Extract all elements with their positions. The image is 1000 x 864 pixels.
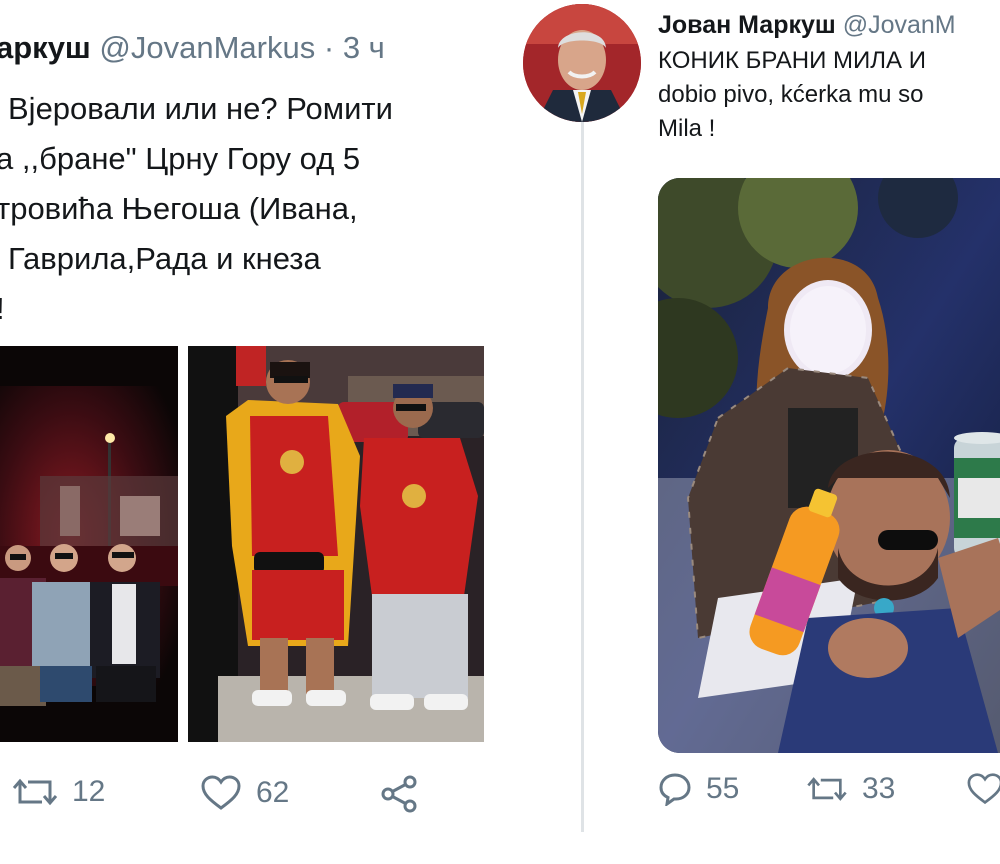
tweet-action-bar: 12 62: [0, 774, 486, 818]
tweet-text-line: !: [0, 284, 476, 334]
heart-icon: [966, 772, 1000, 806]
tweet-text-line: тровића Његоша (Ивана,: [0, 191, 358, 226]
concert-photo-illustration: [658, 178, 1000, 753]
share-button[interactable]: [380, 774, 420, 814]
left-tweet-header: аркуш @JovanMarkus · 3 ч: [0, 26, 385, 70]
crowd-photo-illustration: [0, 346, 178, 742]
author-name[interactable]: Јован Маркуш: [658, 11, 836, 39]
tweet-text-line: Гаврила,Рада и кнеза: [8, 241, 321, 276]
red-shirts-photo-illustration: [188, 346, 484, 742]
tweet-time[interactable]: 3 ч: [343, 30, 385, 65]
heart-icon: [200, 774, 242, 812]
tweet-action-bar: 55 33: [658, 772, 1000, 816]
tweet-photo-concert[interactable]: [658, 178, 1000, 753]
retweet-button[interactable]: 33: [806, 772, 895, 806]
tweet-text-line: КОНИК БРАНИ МИЛА И: [658, 47, 926, 74]
author-handle[interactable]: @JovanMarkus: [99, 30, 315, 65]
author-handle[interactable]: @JovanM: [843, 11, 956, 39]
like-button[interactable]: [966, 772, 1000, 806]
retweet-icon: [12, 774, 58, 810]
like-count: 62: [256, 776, 290, 809]
left-tweet[interactable]: аркуш @JovanMarkus · 3 ч Вјеровали или н…: [0, 0, 486, 864]
right-tweet[interactable]: Јован Маркуш @JovanM КОНИК БРАНИ МИЛА И …: [505, 0, 1000, 864]
retweet-icon: [806, 773, 848, 805]
reply-icon: [658, 772, 692, 806]
retweet-count: 12: [72, 775, 106, 808]
share-icon: [380, 774, 420, 814]
right-tweet-header: Јован Маркуш @JovanM: [658, 8, 956, 42]
reply-count: 55: [706, 772, 740, 805]
retweet-count: 33: [862, 772, 896, 805]
tweet-photo-red-shirts[interactable]: [188, 346, 484, 742]
like-button[interactable]: 62: [200, 774, 289, 812]
reply-button[interactable]: 55: [658, 772, 739, 806]
avatar-portrait: [523, 4, 641, 122]
separator-dot: ·: [323, 30, 335, 65]
tweet-text-line: dobio pivo, kćerka mu so: [658, 81, 924, 108]
tweet-photo-crowd[interactable]: [0, 346, 178, 742]
retweet-button[interactable]: 12: [12, 774, 105, 810]
tweet-text-line: а ,,бране" Црну Гору од 5: [0, 141, 361, 176]
author-name[interactable]: аркуш: [0, 30, 91, 65]
tweet-text: Вјеровали или не? Ромити а ,,бране" Црну…: [0, 84, 476, 334]
tweet-text-line: Вјеровали или не? Ромити: [8, 91, 393, 126]
avatar[interactable]: [523, 4, 641, 122]
tweet-text: КОНИК БРАНИ МИЛА И dobio pivo, kćerka mu…: [658, 44, 1000, 146]
tweet-text-line: Mila !: [658, 115, 716, 142]
